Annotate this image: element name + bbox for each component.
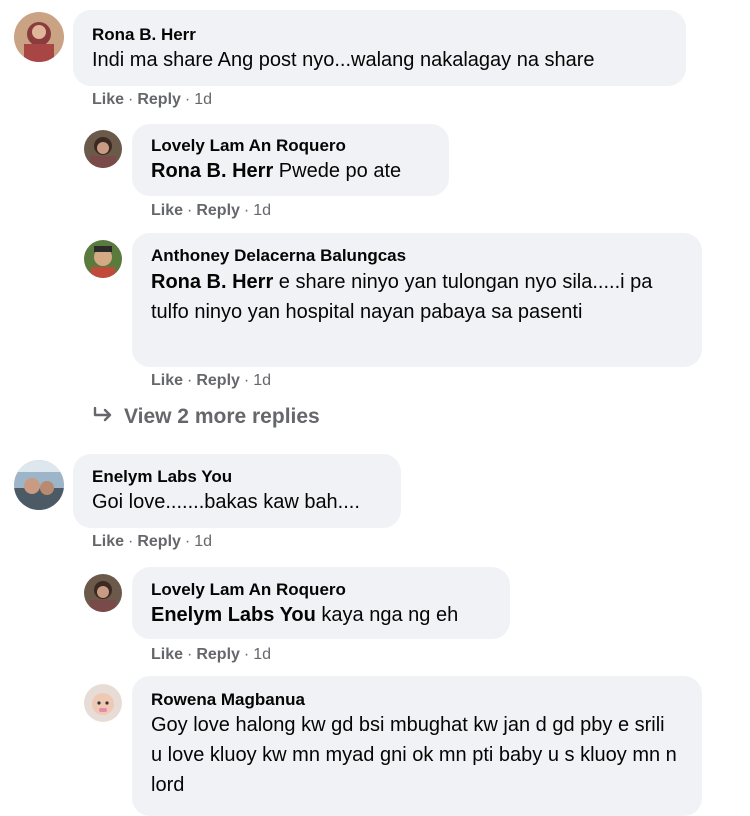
reply-button[interactable]: Reply [196, 372, 240, 389]
like-button[interactable]: Like [92, 533, 124, 550]
timestamp[interactable]: 1d [194, 533, 212, 550]
timestamp[interactable]: 1d [253, 646, 271, 663]
comment-text: Rona B. Herr Pwede po ate [151, 156, 441, 186]
comment-actions: Like · Reply · 1d [92, 533, 213, 550]
comment-actions: Like · Reply · 1d [151, 202, 272, 219]
avatar[interactable] [84, 684, 122, 722]
view-more-label: View 2 more replies [124, 405, 320, 428]
like-button[interactable]: Like [151, 372, 183, 389]
timestamp[interactable]: 1d [253, 202, 271, 219]
comment-body: Goi love.......bakas kaw bah.... [92, 491, 360, 513]
timestamp[interactable]: 1d [253, 372, 271, 389]
mention-link[interactable]: Rona B. Herr [151, 160, 273, 182]
avatar[interactable] [14, 460, 64, 510]
timestamp[interactable]: 1d [194, 91, 212, 108]
like-button[interactable]: Like [92, 91, 124, 108]
comment-author[interactable]: Rona B. Herr [92, 25, 196, 45]
mention-link[interactable]: Rona B. Herr [151, 271, 273, 293]
avatar[interactable] [84, 574, 122, 612]
comment-text: Enelym Labs You kaya nga ng eh [151, 600, 501, 630]
comment-actions: Like · Reply · 1d [92, 91, 213, 108]
comment-text: Indi ma share Ang post nyo...walang naka… [92, 45, 672, 75]
avatar[interactable] [14, 12, 64, 62]
comment-author[interactable]: Lovely Lam An Roquero [151, 580, 346, 600]
comment-text: Goi love.......bakas kaw bah.... [92, 487, 392, 517]
reply-button[interactable]: Reply [137, 91, 181, 108]
reply-button[interactable]: Reply [137, 533, 181, 550]
comment-author[interactable]: Rowena Magbanua [151, 690, 305, 710]
comment-text: Rona B. Herr e share ninyo yan tulongan … [151, 267, 691, 327]
reply-button[interactable]: Reply [196, 646, 240, 663]
like-button[interactable]: Like [151, 646, 183, 663]
comment-body: Indi ma share Ang post nyo...walang naka… [92, 49, 595, 71]
comment-author[interactable]: Enelym Labs You [92, 467, 232, 487]
comment-author[interactable]: Anthoney Delacerna Balungcas [151, 246, 406, 266]
comment-actions: Like · Reply · 1d [151, 646, 272, 663]
comment-author[interactable]: Lovely Lam An Roquero [151, 136, 346, 156]
comment-body: Pwede po ate [273, 160, 402, 182]
comment-body: Goy love halong kw gd bsi mbughat kw jan… [151, 714, 677, 796]
comment-body: kaya nga ng eh [315, 604, 459, 626]
view-more-replies-button[interactable]: View 2 more replies [92, 405, 320, 429]
comment-text: Goy love halong kw gd bsi mbughat kw jan… [151, 710, 681, 800]
comment-actions: Like · Reply · 1d [151, 372, 272, 389]
mention-link[interactable]: Enelym Labs You [151, 604, 316, 626]
avatar[interactable] [84, 130, 122, 168]
like-button[interactable]: Like [151, 202, 183, 219]
reply-button[interactable]: Reply [196, 202, 240, 219]
avatar[interactable] [84, 240, 122, 278]
reply-arrow-icon [92, 405, 114, 429]
